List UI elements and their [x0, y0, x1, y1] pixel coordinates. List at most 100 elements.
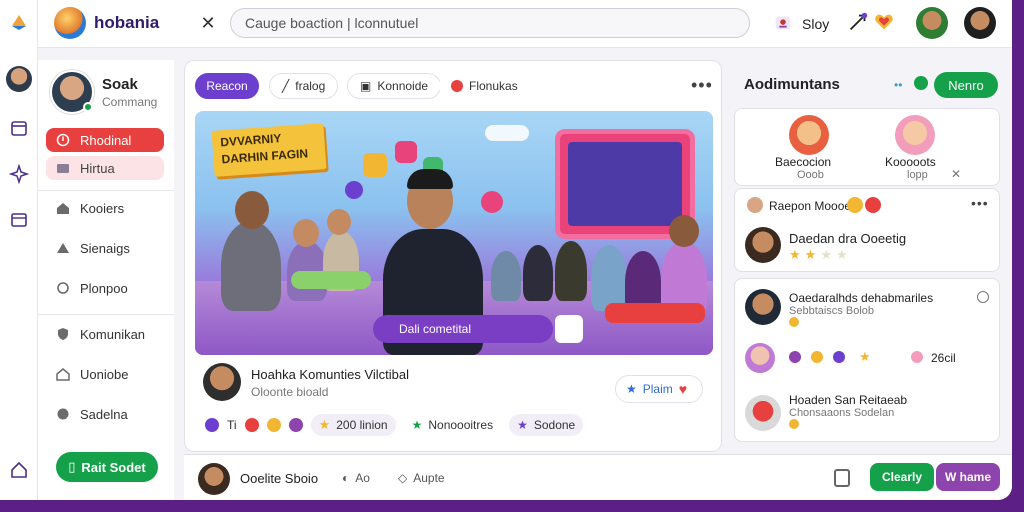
rail-avatar[interactable] [6, 66, 32, 92]
more-options-icon[interactable]: ••• [971, 195, 989, 211]
online-status-icon [83, 102, 93, 112]
person-figure [221, 221, 281, 311]
sidebar-cta-button[interactable]: ▯ Rait Sodet [56, 452, 158, 482]
badge-icon [56, 407, 70, 421]
brand-logo-icon[interactable] [54, 7, 86, 39]
green-star-icon: ★ [411, 418, 423, 432]
person-figure [491, 251, 521, 301]
user-label[interactable]: Sloy [802, 16, 829, 32]
sidebar-item-label: Sienaigs [80, 240, 130, 256]
row-avatar[interactable] [745, 343, 775, 373]
community-title[interactable]: Oaedaralhds dehabmariles [789, 291, 933, 305]
shield-reaction-icon[interactable] [205, 418, 219, 432]
activity-title[interactable]: Daedan dra Ooeetig [789, 231, 906, 246]
sidebar-item-uoniobe[interactable]: Uoniobe [46, 362, 164, 386]
sidebar-item-sadelna[interactable]: Sadelna [46, 402, 164, 426]
brand-name[interactable]: hobania [94, 13, 159, 33]
person-head [327, 209, 351, 235]
heart-reaction-icon[interactable] [244, 418, 259, 432]
post-subtitle: Oloonte bioald [251, 385, 329, 399]
row-avatar[interactable] [747, 197, 763, 213]
suggestion-name[interactable]: Kooooots [885, 155, 936, 169]
activity-title[interactable]: Raepon Moooes [769, 199, 857, 213]
row-avatar[interactable] [745, 227, 781, 263]
community-title[interactable]: Hoaden San Reitaeab [789, 393, 907, 407]
person-head [669, 215, 699, 247]
composer-purple-button[interactable]: W hame [936, 463, 1000, 491]
hero-image[interactable]: DVVARNIY DARHIN FAGIN Dali cometital [195, 111, 713, 355]
badge-icon [911, 351, 923, 363]
home-icon[interactable] [7, 458, 31, 482]
row-avatar[interactable] [745, 289, 781, 325]
tab-fralog[interactable]: ╱ fralog [269, 73, 339, 99]
sidebar-item-plonpoo[interactable]: Plonpoo [46, 276, 164, 300]
tent-icon [56, 241, 70, 255]
tag-icon: ◇ [398, 471, 408, 485]
badge-icon [811, 351, 823, 363]
composer-avatar[interactable] [198, 463, 230, 495]
app-logo-icon[interactable] [7, 10, 31, 34]
heart-badge-icon[interactable] [872, 10, 898, 36]
dots-icon: •• [894, 78, 903, 92]
arrow-edit-icon[interactable] [846, 10, 872, 36]
emoji-icon [847, 197, 863, 213]
suggestion-sub: Ooob [797, 169, 824, 181]
more-options-icon[interactable]: ••• [691, 75, 713, 96]
post-title[interactable]: Hoahka Komunties Vilctibal [251, 367, 409, 382]
window-icon[interactable] [7, 208, 31, 232]
banner-emoji-icon [555, 315, 583, 343]
pin-icon[interactable] [914, 76, 928, 90]
sidebar-item-hirtua[interactable]: Hirtua [46, 156, 164, 180]
tab-label: Flonukas [469, 79, 518, 93]
reaction-pill[interactable]: ★ Nonoooitres [403, 414, 502, 436]
sparkle-icon[interactable] [7, 162, 31, 186]
sidebar-item-rhodinal[interactable]: Rhodinal [46, 128, 164, 152]
composer-name[interactable]: Ooelite Sboio [240, 471, 318, 486]
post-like-button[interactable]: ★ Plaim ♥ [615, 375, 703, 403]
suggestion-avatar[interactable] [789, 115, 829, 155]
user-chip-icon[interactable] [772, 12, 798, 38]
reaction-pill[interactable]: ★ Sodone [509, 414, 584, 436]
trash-icon[interactable] [834, 469, 850, 487]
suggestion-avatar[interactable] [895, 115, 935, 155]
activity-card: Raepon Moooes ••• Daedan dra Ooeetig ★★★… [734, 188, 1000, 272]
tab-reacon[interactable]: Reacon [195, 73, 259, 99]
search-field[interactable] [230, 8, 750, 38]
smile-reaction-icon[interactable] [266, 418, 281, 432]
dismiss-icon[interactable]: ✕ [951, 167, 961, 181]
close-icon[interactable]: ✕ [196, 11, 220, 35]
friend-avatar[interactable] [916, 7, 948, 39]
composer-action[interactable]: ◇ Aupte [398, 471, 445, 485]
sidebar-item-label: Komunikan [80, 326, 146, 342]
tab-konnoide[interactable]: ▣ Konnoide [347, 73, 442, 99]
composer-action[interactable]: ◐ Ao [342, 471, 370, 485]
sidebar-item-komunikan[interactable]: Komunikan [46, 322, 164, 346]
inbox-icon[interactable] [7, 116, 31, 140]
profile-name[interactable]: Soak [102, 76, 138, 93]
sidebar-item-kooiers[interactable]: Kooiers [46, 196, 164, 220]
join-button[interactable]: Nenro [934, 72, 998, 98]
sidebar-item-label: Kooiers [80, 200, 125, 216]
radio-icon[interactable] [977, 291, 989, 303]
composer-green-button[interactable]: Clearly [870, 463, 934, 491]
sidebar-item-label: Plonpoo [80, 280, 128, 296]
clipboard-icon: ▯ [68, 459, 76, 474]
hero-banner[interactable]: Dali cometital [373, 315, 583, 343]
tab-flonukas[interactable]: Flonukas [439, 73, 530, 99]
suggestion-name[interactable]: Baecocion [775, 155, 831, 169]
account-avatar[interactable] [964, 7, 996, 39]
post-author-avatar[interactable] [203, 363, 241, 401]
search-input[interactable] [245, 15, 735, 31]
badge-icon [833, 351, 845, 363]
presenter-hair [407, 169, 453, 189]
row-avatar[interactable] [745, 395, 781, 431]
cloud-shape [485, 125, 529, 141]
sidebar-item-sienaigs[interactable]: Sienaigs [46, 236, 164, 260]
floating-icon [363, 153, 387, 177]
heart-icon: ♥ [678, 381, 688, 397]
purple-star-icon: ★ [517, 418, 528, 432]
reaction-pill[interactable]: ★ 200 linion [310, 414, 396, 436]
pin-reaction-icon[interactable] [288, 418, 303, 432]
star-icon: ★ [859, 349, 871, 364]
community-list-card: Oaedaralhds dehabmariles Sebbtaiscs Bolo… [734, 278, 1000, 442]
